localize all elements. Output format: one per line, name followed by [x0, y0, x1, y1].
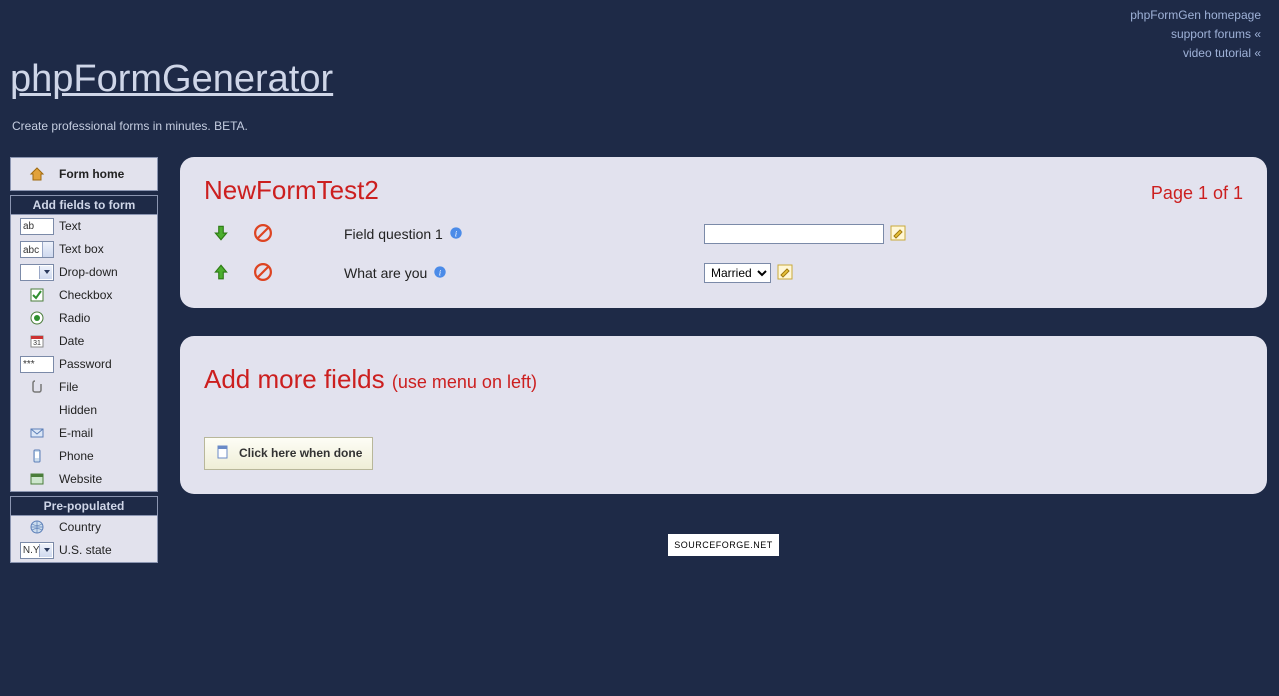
field-row: Field question 1 i [204, 224, 1243, 245]
sidebar-item-label: Checkbox [59, 288, 153, 302]
delete-icon[interactable] [254, 263, 272, 284]
done-button[interactable]: Click here when done [204, 437, 373, 470]
sidebar-item-radio[interactable]: Radio [11, 307, 157, 330]
move-down-icon[interactable] [212, 224, 230, 245]
sidebar-item-phone[interactable]: Phone [11, 445, 157, 468]
link-tutorial[interactable]: video tutorial « [1183, 46, 1261, 60]
radio-icon [15, 310, 59, 326]
select-input[interactable]: Married [704, 263, 771, 283]
edit-icon[interactable] [890, 225, 906, 244]
sidebar-item-password[interactable]: *** Password [11, 353, 157, 376]
sidebar-item-label: Hidden [59, 403, 153, 417]
dropdown-pill-icon [15, 264, 59, 281]
page-indicator: Page 1 of 1 [1151, 183, 1243, 204]
sidebar-item-label: E-mail [59, 426, 153, 440]
sidebar-item-label: Country [59, 520, 153, 534]
sidebar-item-label: Date [59, 334, 153, 348]
phone-icon [15, 448, 59, 464]
info-icon[interactable]: i [433, 265, 447, 282]
sidebar-item-label: File [59, 380, 153, 394]
sidebar-item-checkbox[interactable]: Checkbox [11, 284, 157, 307]
sidebar-section-add-fields: Add fields to form [10, 195, 158, 214]
text-pill-icon: ab [15, 218, 59, 235]
textbox-pill-icon: abc [15, 241, 59, 258]
sidebar-item-label: Password [59, 357, 153, 371]
sidebar-item-label: Form home [59, 167, 153, 181]
done-button-label: Click here when done [239, 446, 362, 460]
email-icon [15, 425, 59, 441]
header: phpFormGenerator Create professional for… [0, 58, 1279, 137]
document-icon [215, 444, 231, 463]
sidebar-item-label: Text box [59, 242, 153, 256]
sidebar-item-label: U.S. state [59, 543, 153, 557]
edit-icon[interactable] [777, 264, 793, 283]
sidebar-item-textbox[interactable]: abc Text box [11, 238, 157, 261]
globe-icon [15, 519, 59, 535]
info-icon[interactable]: i [449, 226, 463, 243]
tagline: Create professional forms in minutes. BE… [12, 119, 1261, 133]
sidebar-item-dropdown[interactable]: Drop-down [11, 261, 157, 284]
home-icon [15, 166, 59, 182]
top-nav: phpFormGen homepage support forums « vid… [0, 0, 1279, 64]
field-row: What are you i Married [204, 263, 1243, 284]
password-pill-icon: *** [15, 356, 59, 373]
sidebar-item-label: Radio [59, 311, 153, 325]
file-icon [15, 379, 59, 395]
text-input[interactable] [704, 224, 884, 244]
sidebar-item-label: Phone [59, 449, 153, 463]
sidebar: Form home Add fields to form ab Text abc… [10, 157, 158, 567]
sidebar-item-label: Text [59, 219, 153, 233]
state-pill-icon: N.Y. [15, 542, 59, 559]
panel-add-more: Add more fields (use menu on left) Click… [180, 336, 1267, 494]
delete-icon[interactable] [254, 224, 272, 245]
sidebar-item-form-home[interactable]: Form home [11, 158, 157, 190]
sourceforge-logo[interactable]: SOURCEFORGE.NET [668, 534, 779, 556]
date-icon: 31 [15, 333, 59, 349]
svg-text:31: 31 [33, 340, 41, 347]
checkbox-icon [15, 287, 59, 303]
main-area: NewFormTest2 Page 1 of 1 Field question … [180, 157, 1267, 567]
addmore-title: Add more fields [204, 364, 385, 394]
link-forums[interactable]: support forums « [1171, 27, 1261, 41]
sidebar-item-us-state[interactable]: N.Y. U.S. state [11, 539, 157, 562]
page-title: phpFormGenerator [10, 58, 1261, 101]
move-up-icon[interactable] [212, 263, 230, 284]
form-title: NewFormTest2 [204, 175, 379, 206]
sidebar-item-country[interactable]: Country [11, 516, 157, 539]
link-homepage[interactable]: phpFormGen homepage [1130, 8, 1261, 22]
field-question-label: Field question 1 [344, 226, 443, 242]
sidebar-item-website[interactable]: Website [11, 468, 157, 491]
sidebar-item-text[interactable]: ab Text [11, 215, 157, 238]
sidebar-item-label: Drop-down [59, 265, 153, 279]
sidebar-item-hidden[interactable]: Hidden [11, 399, 157, 422]
sidebar-item-email[interactable]: E-mail [11, 422, 157, 445]
panel-form-preview: NewFormTest2 Page 1 of 1 Field question … [180, 157, 1267, 308]
field-question-label: What are you [344, 265, 427, 281]
sidebar-section-prepopulated: Pre-populated [10, 496, 158, 515]
sidebar-item-date[interactable]: 31 Date [11, 330, 157, 353]
sidebar-item-label: Website [59, 472, 153, 486]
sidebar-item-file[interactable]: File [11, 376, 157, 399]
footer: SOURCEFORGE.NET [180, 534, 1267, 556]
website-icon [15, 471, 59, 487]
addmore-subtitle: (use menu on left) [392, 372, 537, 392]
